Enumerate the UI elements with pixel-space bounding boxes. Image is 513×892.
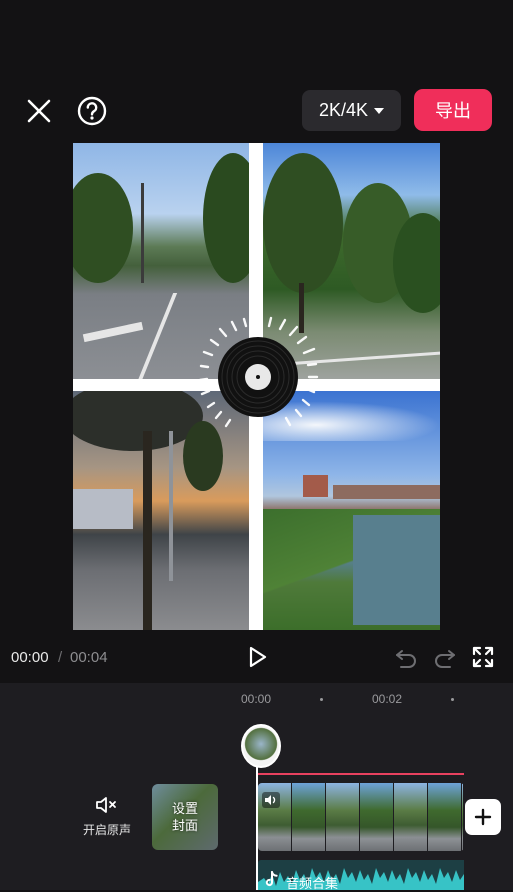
caret-down-icon xyxy=(374,107,385,114)
video-clip-track[interactable] xyxy=(258,783,464,851)
close-icon[interactable] xyxy=(22,94,56,128)
export-button[interactable]: 导出 xyxy=(414,89,492,131)
help-icon[interactable] xyxy=(76,95,108,127)
plus-icon xyxy=(474,808,492,826)
cover-label-line1: 设置 xyxy=(171,801,198,816)
clip-frame xyxy=(428,783,462,851)
clip-frame xyxy=(360,783,394,851)
ruler-time-1: 00:02 xyxy=(372,692,403,706)
speaker-mute-icon xyxy=(96,797,116,813)
audio-track-label: 音频合集 xyxy=(286,876,339,891)
clip-volume-icon[interactable] xyxy=(262,792,280,808)
original-sound-label: 开启原声 xyxy=(82,823,131,837)
clip-frame xyxy=(292,783,326,851)
music-note-icon xyxy=(265,871,278,887)
time-separator: / xyxy=(58,649,63,666)
clip-frame xyxy=(394,783,428,851)
add-clip-button[interactable] xyxy=(465,799,501,835)
redo-icon[interactable] xyxy=(433,646,457,668)
current-time: 00:00 xyxy=(11,649,49,666)
ruler-time-0: 00:00 xyxy=(241,692,272,706)
ruler-tick xyxy=(451,698,454,701)
undo-icon[interactable] xyxy=(394,646,418,668)
fullscreen-icon[interactable] xyxy=(472,646,494,668)
ruler-tick xyxy=(320,698,323,701)
resolution-dropdown[interactable]: 2K/4K xyxy=(302,90,401,131)
playhead-thumbnail[interactable] xyxy=(241,724,281,768)
cover-label: 设置 封面 xyxy=(152,800,218,834)
clip-frame xyxy=(462,783,464,851)
resolution-label: 2K/4K xyxy=(318,100,369,120)
clip-frame xyxy=(326,783,360,851)
play-icon[interactable] xyxy=(245,645,269,669)
total-time: 00:04 xyxy=(70,649,108,666)
set-cover-button[interactable]: 设置 封面 xyxy=(152,784,218,850)
track-progress-line xyxy=(258,773,464,775)
original-sound-toggle[interactable]: 开启原声 xyxy=(80,795,134,841)
export-label: 导出 xyxy=(435,101,471,121)
music-vinyl-icon xyxy=(198,315,319,428)
cover-label-line2: 封面 xyxy=(171,818,198,833)
